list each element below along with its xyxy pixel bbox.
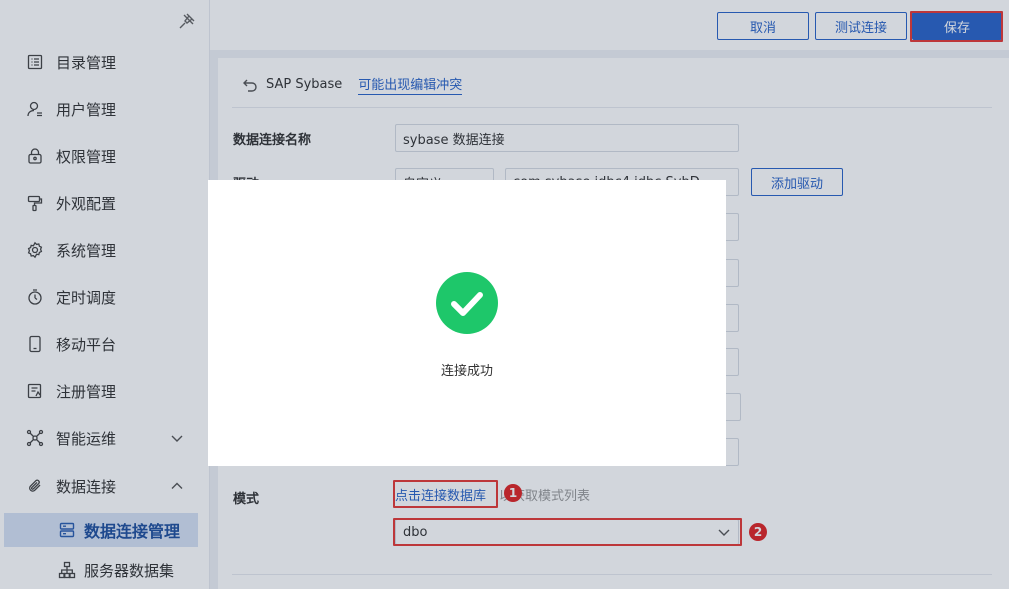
success-dialog: 连接成功 [208, 180, 726, 466]
success-message: 连接成功 [440, 364, 493, 379]
success-check-icon [436, 272, 498, 334]
